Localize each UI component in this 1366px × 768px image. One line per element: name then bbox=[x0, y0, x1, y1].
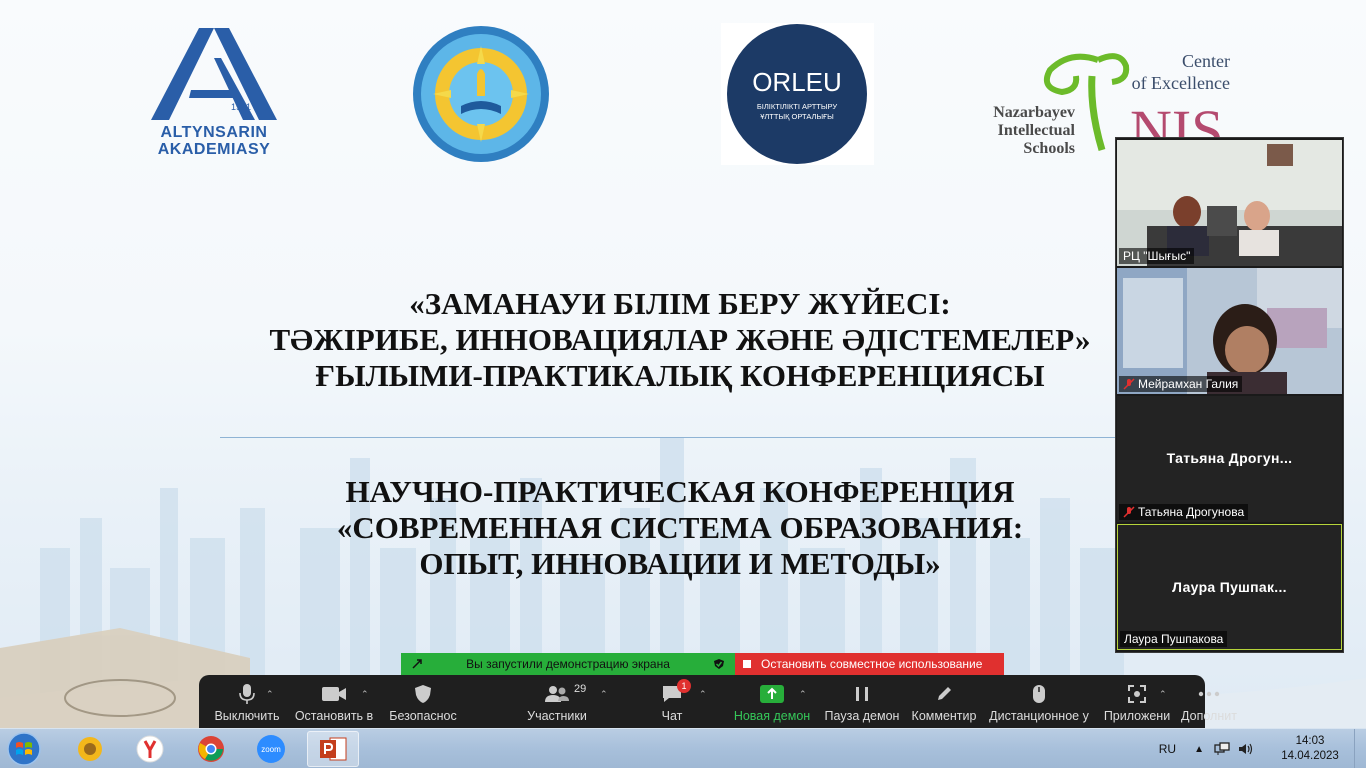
stop-share-button[interactable]: Остановить совместное использование bbox=[735, 653, 1004, 675]
stop-share-label: Остановить совместное использование bbox=[761, 657, 983, 671]
nis-name-line3: Schools bbox=[1023, 140, 1075, 157]
nis-center-line2: of Excellence bbox=[1131, 73, 1230, 93]
more-dots-icon bbox=[1198, 691, 1220, 697]
nis-center-line1: Center bbox=[1182, 51, 1230, 71]
orleu-logo: ORLEU БІЛІКТІЛІКТІ АРТТЫРУ ҰЛТТЫҚ ОРТАЛЫ… bbox=[721, 23, 874, 165]
svg-text:ҰЛТТЫҚ ОРТАЛЫҒЫ: ҰЛТТЫҚ ОРТАЛЫҒЫ bbox=[760, 112, 834, 121]
conference-title-kazakh: «ЗАМАНАУИ БІЛІМ БЕРУ ЖҮЙЕСІ: ТӘЖІРИБЕ, И… bbox=[220, 286, 1140, 394]
windows-logo-icon bbox=[7, 732, 41, 766]
chevron-up-icon[interactable]: ⌃ bbox=[361, 689, 369, 700]
nis-name-line1: Nazarbayev bbox=[993, 104, 1075, 121]
svg-text:zoom: zoom bbox=[261, 745, 281, 754]
mute-button[interactable]: ⌃ Выключить bbox=[205, 675, 289, 728]
microphone-icon bbox=[239, 684, 255, 704]
title-ru-line: НАУЧНО-ПРАКТИЧЕСКАЯ КОНФЕРЕНЦИЯ bbox=[345, 474, 1015, 509]
participant-tile[interactable]: РЦ "Шығыс" bbox=[1117, 140, 1342, 266]
title-ru-line: ОПЫТ, ИННОВАЦИИ И МЕТОДЫ» bbox=[419, 546, 941, 581]
svg-text:1921: 1921 bbox=[231, 102, 251, 112]
screen-share-status-bar: Вы запустили демонстрацию экрана Останов… bbox=[401, 653, 1004, 675]
more-button[interactable]: Дополнит bbox=[1177, 675, 1241, 728]
chevron-up-icon[interactable]: ⌃ bbox=[266, 689, 274, 700]
stop-video-button[interactable]: ⌃ Остановить в bbox=[289, 675, 379, 728]
participant-display-name: Лаура Пушпак... bbox=[1172, 579, 1287, 595]
altynsarin-line2: AKADEMIASY bbox=[157, 141, 271, 158]
start-button[interactable] bbox=[4, 731, 44, 767]
chevron-up-icon[interactable]: ⌃ bbox=[699, 689, 707, 700]
share-screen-arrow-icon bbox=[760, 685, 784, 703]
shield-check-icon bbox=[714, 659, 724, 669]
pause-icon bbox=[856, 687, 868, 701]
nis-name-line2: Intellectual bbox=[997, 122, 1075, 139]
share-status-text: Вы запустили демонстрацию экрана bbox=[466, 657, 670, 671]
participant-tile[interactable]: Мейрамхан Галия bbox=[1117, 268, 1342, 394]
participant-tile[interactable]: Татьяна Дрогун... Татьяна Дрогунова bbox=[1117, 396, 1342, 522]
participants-video-panel: РЦ "Шығыс" Мейрамхан Галия Татьяна Дрогу… bbox=[1115, 137, 1344, 653]
shield-icon bbox=[415, 685, 431, 703]
participant-name-caption: Мейрамхан Галия bbox=[1119, 376, 1243, 392]
chevron-up-icon[interactable]: ⌃ bbox=[799, 689, 807, 700]
chevron-up-icon[interactable]: ⌃ bbox=[600, 689, 608, 700]
remote-control-button[interactable]: Дистанционное у bbox=[981, 675, 1097, 728]
participant-tile-active-speaker[interactable]: Лаура Пушпак... Лаура Пушпакова bbox=[1117, 524, 1342, 650]
share-status[interactable]: Вы запустили демонстрацию экрана bbox=[401, 653, 735, 675]
powerpoint-icon[interactable] bbox=[307, 731, 359, 767]
clock-time: 14:03 bbox=[1295, 735, 1325, 747]
participant-name-caption: РЦ "Шығыс" bbox=[1119, 248, 1195, 264]
apps-icon bbox=[1128, 685, 1146, 703]
network-icon[interactable] bbox=[1214, 742, 1230, 756]
participants-icon bbox=[545, 686, 569, 702]
participants-button[interactable]: 29 ⌃ Участники bbox=[497, 675, 617, 728]
zoom-icon[interactable]: zoom bbox=[245, 731, 297, 767]
windows-taskbar: zoom RU ▲ 14:03 14.04.2023 bbox=[0, 728, 1366, 768]
participant-name-caption: Лаура Пушпакова bbox=[1120, 631, 1228, 647]
sunflower-app-icon[interactable] bbox=[64, 731, 116, 767]
zoom-meeting-toolbar: ⌃ Выключить ⌃ Остановить в Безопаснос 29… bbox=[199, 675, 1237, 728]
title-ru-line: «СОВРЕМЕННАЯ СИСТЕМА ОБРАЗОВАНИЯ: bbox=[336, 510, 1024, 545]
clock[interactable]: 14:03 14.04.2023 bbox=[1270, 734, 1350, 764]
title-divider bbox=[220, 437, 1115, 438]
apps-button[interactable]: ⌃ Приложени bbox=[1097, 675, 1177, 728]
participant-name-caption: Татьяна Дрогунова bbox=[1119, 504, 1249, 520]
participants-count: 29 bbox=[574, 683, 587, 695]
new-share-button[interactable]: ⌃ Новая демон bbox=[727, 675, 817, 728]
chrome-icon[interactable] bbox=[185, 731, 237, 767]
show-desktop-button[interactable] bbox=[1354, 729, 1366, 768]
education-department-seal-logo bbox=[407, 24, 555, 164]
mouse-icon bbox=[1033, 685, 1045, 703]
pencil-icon bbox=[938, 687, 951, 700]
pause-share-button[interactable]: Пауза демон bbox=[817, 675, 907, 728]
language-indicator[interactable]: RU bbox=[1159, 742, 1176, 756]
annotate-button[interactable]: Комментир bbox=[907, 675, 981, 728]
altynsarin-line1: ALTYNSARIN bbox=[160, 124, 268, 141]
yandex-browser-icon[interactable] bbox=[124, 731, 176, 767]
title-kz-line: «ЗАМАНАУИ БІЛІМ БЕРУ ЖҮЙЕСІ: bbox=[409, 286, 951, 321]
chat-unread-badge: 1 bbox=[677, 679, 691, 693]
chevron-up-icon[interactable]: ⌃ bbox=[1159, 689, 1167, 700]
conference-title-russian: НАУЧНО-ПРАКТИЧЕСКАЯ КОНФЕРЕНЦИЯ «СОВРЕМЕ… bbox=[220, 474, 1140, 582]
altynsarin-a-mark-icon: 1921 bbox=[151, 28, 277, 120]
clock-date: 14.04.2023 bbox=[1281, 750, 1339, 762]
drag-handle-icon[interactable] bbox=[411, 658, 423, 670]
tray-expand-icon[interactable]: ▲ bbox=[1194, 744, 1204, 755]
security-button[interactable]: Безопаснос bbox=[379, 675, 467, 728]
stop-icon bbox=[743, 660, 751, 668]
title-kz-line: ҒЫЛЫМИ-ПРАКТИКАЛЫҚ КОНФЕРЕНЦИЯСЫ bbox=[315, 358, 1045, 393]
participant-display-name: Татьяна Дрогун... bbox=[1166, 450, 1293, 466]
mic-muted-icon bbox=[1123, 378, 1135, 390]
system-tray: RU ▲ 14:03 14.04.2023 bbox=[1159, 729, 1366, 768]
svg-text:БІЛІКТІЛІКТІ АРТТЫРУ: БІЛІКТІЛІКТІ АРТТЫРУ bbox=[757, 102, 837, 111]
title-kz-line: ТӘЖІРИБЕ, ИННОВАЦИЯЛАР ЖӘНЕ ӘДІСТЕМЕЛЕР» bbox=[269, 322, 1091, 357]
altynsarin-academy-logo: 1921 ALTYNSARIN AKADEMIASY bbox=[146, 28, 282, 168]
video-camera-icon bbox=[322, 687, 346, 701]
svg-text:ORLEU: ORLEU bbox=[752, 67, 842, 97]
chat-button[interactable]: 1 ⌃ Чат bbox=[617, 675, 727, 728]
volume-icon[interactable] bbox=[1238, 742, 1254, 756]
mic-muted-icon bbox=[1123, 506, 1135, 518]
